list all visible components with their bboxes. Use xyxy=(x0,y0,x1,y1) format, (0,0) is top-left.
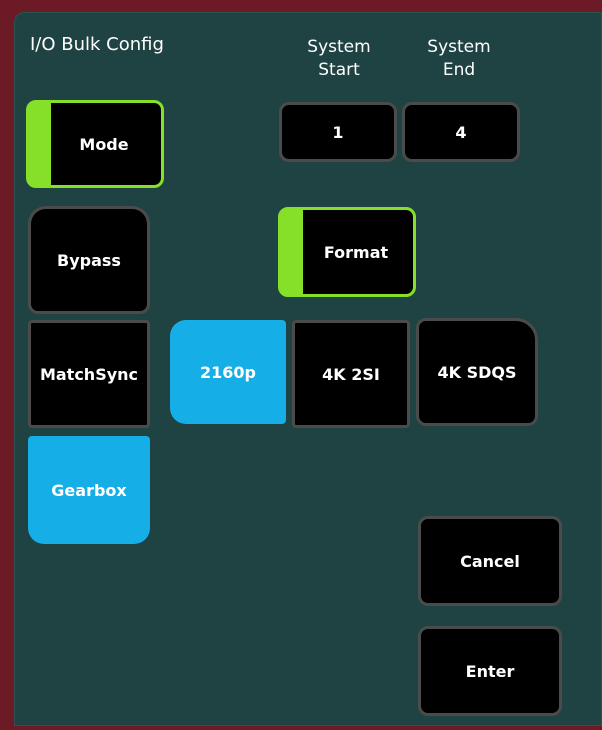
mode-label: Mode xyxy=(79,134,129,154)
format-active-indicator xyxy=(281,210,303,294)
mode-option-matchsync[interactable]: MatchSync xyxy=(28,320,150,428)
format-option-4k-2si[interactable]: 4K 2SI xyxy=(292,320,410,428)
enter-button[interactable]: Enter xyxy=(418,626,562,716)
mode-toggle-button[interactable]: Mode xyxy=(26,100,164,188)
system-end-field[interactable]: 4 xyxy=(402,102,520,162)
format-option-4k-sdqs[interactable]: 4K SDQS xyxy=(416,318,538,426)
cancel-button[interactable]: Cancel xyxy=(418,516,562,606)
format-option-2160p[interactable]: 2160p xyxy=(170,320,286,424)
system-start-field[interactable]: 1 xyxy=(279,102,397,162)
mode-option-bypass[interactable]: Bypass xyxy=(28,206,150,314)
mode-active-indicator xyxy=(29,103,51,185)
system-end-header: System End xyxy=(427,37,491,80)
system-start-header: System Start xyxy=(307,37,371,80)
mode-option-gearbox[interactable]: Gearbox xyxy=(28,436,150,544)
page-title: I/O Bulk Config xyxy=(30,34,164,55)
format-toggle-button[interactable]: Format xyxy=(278,207,416,297)
format-label: Format xyxy=(323,242,389,262)
